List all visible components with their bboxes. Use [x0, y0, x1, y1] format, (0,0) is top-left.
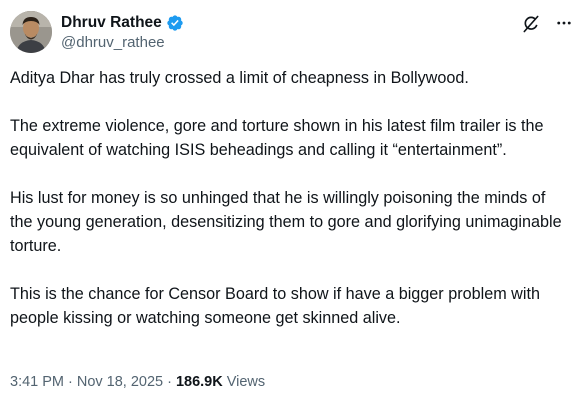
display-name[interactable]: Dhruv Rathee: [61, 14, 162, 32]
views-label: Views: [226, 374, 266, 390]
tweet-paragraph: His lust for money is so unhinged that h…: [10, 189, 562, 255]
tweet-date[interactable]: Nov 18, 2025: [77, 374, 163, 390]
tweet-paragraph: Aditya Dhar has truly crossed a limit of…: [10, 69, 469, 87]
avatar[interactable]: [10, 11, 52, 53]
tweet-meta: 3:41 PM · Nov 18, 2025 · 186.9K Views: [10, 372, 265, 392]
author-handle[interactable]: @dhruv_rathee: [61, 34, 184, 51]
tweet-card: Dhruv Rathee @dhruv_rathee Aditya Dhar h…: [0, 0, 587, 402]
grok-icon[interactable]: [521, 14, 541, 34]
views-count: 186.9K: [175, 374, 223, 390]
more-icon[interactable]: [553, 12, 575, 34]
avatar-image: [10, 11, 52, 53]
tweet-paragraph: This is the chance for Censor Board to s…: [10, 285, 540, 327]
tweet-text: Aditya Dhar has truly crossed a limit of…: [10, 66, 570, 330]
tweet-header: Dhruv Rathee @dhruv_rathee: [10, 10, 184, 54]
author-names: Dhruv Rathee @dhruv_rathee: [61, 13, 184, 51]
meta-separator: ·: [167, 374, 172, 390]
tweet-time[interactable]: 3:41 PM: [10, 374, 64, 390]
meta-separator: ·: [68, 374, 73, 390]
tweet-paragraph: The extreme violence, gore and torture s…: [10, 117, 544, 159]
name-row: Dhruv Rathee: [61, 13, 184, 33]
verified-badge-icon: [166, 14, 184, 32]
